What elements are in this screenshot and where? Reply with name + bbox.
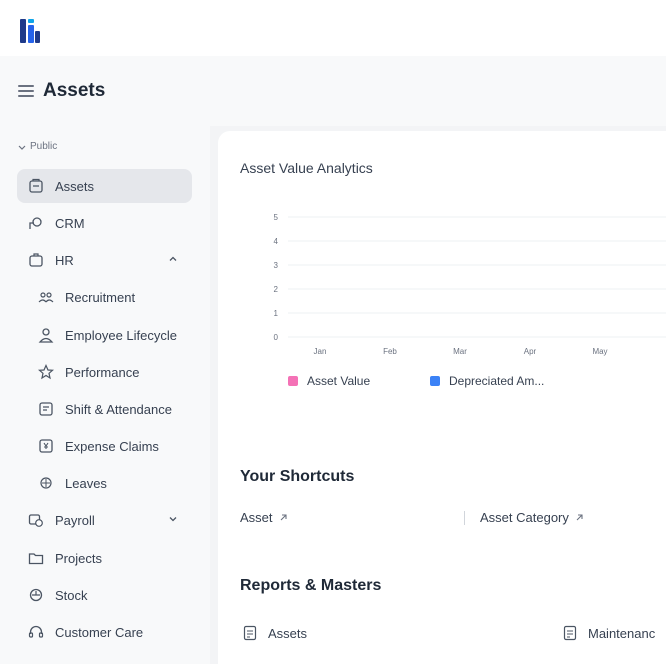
legend-label: Depreciated Am... <box>449 374 545 388</box>
shortcut-label: Asset Category <box>480 510 569 525</box>
y-tick-label: 2 <box>274 285 279 294</box>
sidebar-item-label: Customer Care <box>55 624 144 640</box>
headset-icon <box>27 623 45 641</box>
sidebar-item-label: Assets <box>55 178 95 194</box>
calendar-icon <box>37 400 55 418</box>
doc-icon <box>563 625 577 641</box>
chart-title: Asset Value Analytics <box>240 160 373 176</box>
leaves-icon <box>37 474 55 492</box>
legend-item-depreciated[interactable]: Depreciated Am... <box>430 374 544 388</box>
sidebar-item-label: CRM <box>55 215 85 231</box>
legend-item-asset-value[interactable]: Asset Value <box>288 374 370 388</box>
sidebar-item-label: HR <box>55 252 74 268</box>
sidebar-item-assets[interactable]: Assets <box>17 169 192 203</box>
logo-icon[interactable] <box>18 17 42 45</box>
folder-icon <box>27 549 45 567</box>
sidebar-item-customer-care[interactable]: Customer Care <box>17 615 192 649</box>
star-icon <box>37 363 55 381</box>
chevron-down-icon[interactable] <box>168 514 178 524</box>
people-icon <box>37 288 55 306</box>
top-navbar <box>0 0 666 56</box>
asset-icon <box>27 177 45 195</box>
sidebar-item-label: Projects <box>55 550 102 566</box>
report-link-assets[interactable]: Assets <box>242 625 307 641</box>
sidebar-item-label: Recruitment <box>65 289 136 305</box>
user-icon <box>37 326 55 344</box>
workspace-label: Public <box>30 141 58 152</box>
crm-icon <box>27 214 45 232</box>
menu-icon[interactable] <box>18 85 34 97</box>
sidebar-item-leaves[interactable]: Leaves <box>17 466 192 500</box>
shortcut-asset[interactable]: Asset <box>240 510 288 525</box>
sidebar-item-label: Stock <box>55 587 88 603</box>
sidebar-item-recruitment[interactable]: Recruitment <box>17 280 192 314</box>
y-tick-label: 3 <box>274 261 279 270</box>
sidebar-item-shift-attendance[interactable]: Shift & Attendance <box>17 392 192 426</box>
y-tick-label: 1 <box>274 309 279 318</box>
sidebar-item-projects[interactable]: Projects <box>17 541 192 575</box>
arrow-up-right-icon <box>576 514 583 521</box>
sidebar-item-stock[interactable]: Stock <box>17 578 192 612</box>
report-label: Assets <box>268 625 308 641</box>
sidebar-item-expense-claims[interactable]: Expense Claims <box>17 429 192 463</box>
x-tick-label: Apr <box>524 347 537 356</box>
sidebar-item-label: Payroll <box>55 512 95 528</box>
x-tick-label: Jan <box>314 347 327 356</box>
y-tick-label: 0 <box>274 333 279 342</box>
chevron-down-icon <box>18 145 26 150</box>
y-tick-label: 5 <box>274 213 279 222</box>
legend-swatch-blue <box>430 376 440 386</box>
x-tick-label: May <box>592 347 607 356</box>
report-link-maintenance[interactable]: Maintenanc <box>562 625 655 641</box>
sidebar-item-label: Performance <box>65 364 140 380</box>
arrow-up-right-icon <box>280 514 287 521</box>
sidebar-item-label: Leaves <box>65 475 107 491</box>
legend-label: Asset Value <box>307 374 371 388</box>
x-tick-label: Mar <box>453 347 467 356</box>
sidebar-item-label: Expense Claims <box>65 438 159 454</box>
sidebar-item-payroll[interactable]: Payroll <box>17 503 192 537</box>
workspace-section-toggle[interactable]: Public <box>18 141 57 152</box>
sidebar-item-crm[interactable]: CRM <box>17 206 192 240</box>
shortcut-divider <box>464 511 465 525</box>
asset-value-chart: 5 4 3 2 1 0 Jan Feb Mar Apr May <box>274 213 666 356</box>
receipt-icon <box>37 437 55 455</box>
doc-icon <box>243 625 257 641</box>
hr-icon <box>27 251 45 269</box>
chevron-up-icon[interactable] <box>168 254 178 264</box>
payroll-icon <box>27 511 45 529</box>
shortcut-label: Asset <box>240 510 273 525</box>
shortcut-asset-category[interactable]: Asset Category <box>480 510 584 525</box>
reports-heading: Reports & Masters <box>240 577 382 594</box>
sidebar-item-label: Employee Lifecycle <box>65 327 177 343</box>
page-title: Assets <box>43 80 106 101</box>
shortcuts-heading: Your Shortcuts <box>240 468 355 485</box>
report-label: Maintenanc <box>588 625 656 641</box>
sidebar-item-employee-lifecycle[interactable]: Employee Lifecycle <box>17 318 192 352</box>
stock-icon <box>27 586 45 604</box>
y-tick-label: 4 <box>274 237 279 246</box>
sidebar-item-label: Shift & Attendance <box>65 401 172 417</box>
x-tick-label: Feb <box>383 347 397 356</box>
sidebar-item-performance[interactable]: Performance <box>17 355 192 389</box>
legend-swatch-pink <box>288 376 298 386</box>
sidebar-item-hr[interactable]: HR <box>17 243 192 277</box>
